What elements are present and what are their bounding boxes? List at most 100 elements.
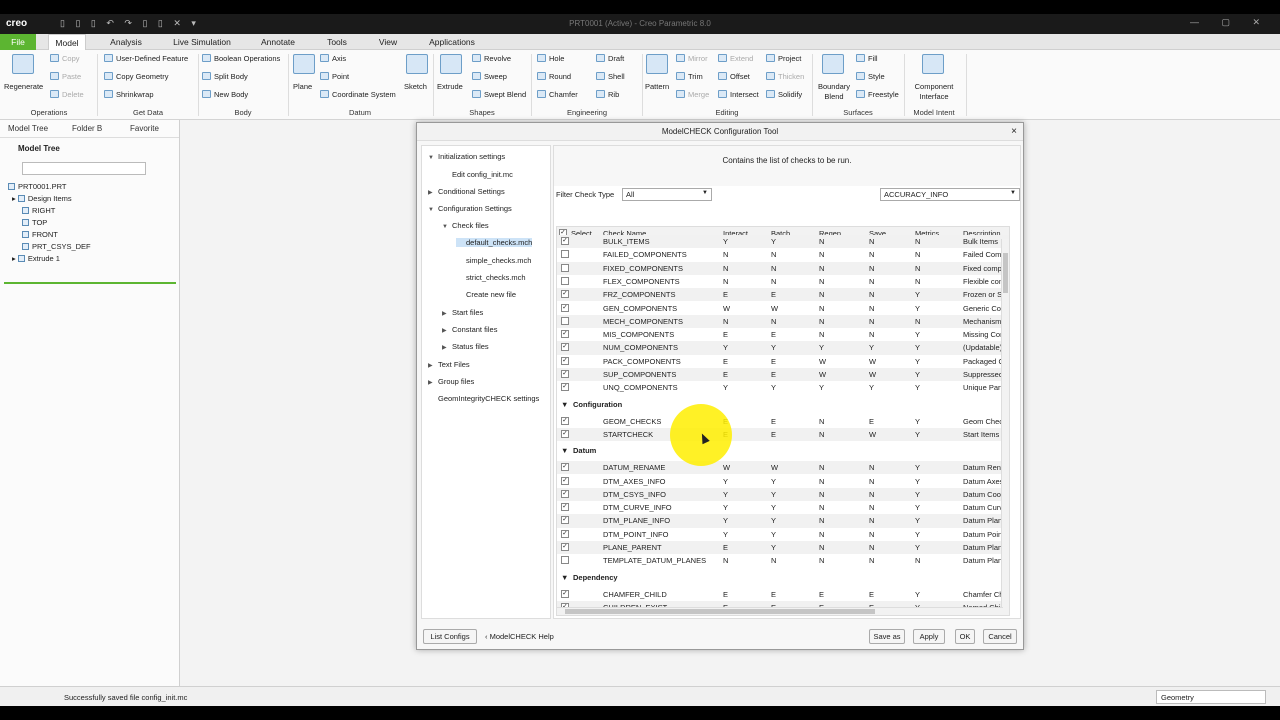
- status-cell[interactable]: N: [819, 317, 824, 326]
- status-cell[interactable]: N: [915, 277, 920, 286]
- check-select-checkbox[interactable]: ✓: [561, 543, 569, 551]
- status-cell[interactable]: N: [819, 330, 824, 339]
- status-cell[interactable]: Y: [869, 383, 874, 392]
- trim-button[interactable]: Trim: [676, 72, 703, 82]
- shell-button[interactable]: Shell: [596, 72, 625, 82]
- round-button[interactable]: Round: [537, 72, 571, 82]
- settings-tree-item[interactable]: ▼ Check files: [442, 221, 489, 230]
- check-select-checkbox[interactable]: ✓: [561, 330, 569, 339]
- scroll-thumb[interactable]: [1003, 253, 1008, 293]
- status-cell[interactable]: E: [771, 357, 776, 366]
- status-cell[interactable]: Y: [819, 383, 824, 392]
- save-as-button[interactable]: Save as: [869, 629, 905, 644]
- table-row[interactable]: ✓ DTM_PLANE_INFO Y Y N N Y Datum Plane: [557, 514, 1009, 528]
- tree-item-csys[interactable]: PRT_CSYS_DEF: [22, 242, 91, 251]
- tab-favorites[interactable]: Favorite: [130, 124, 159, 133]
- table-row[interactable]: FIXED_COMPONENTS N N N N N Fixed compor: [557, 261, 1009, 275]
- tab-folder-browser[interactable]: Folder B: [72, 124, 102, 133]
- collapse-arrow-icon[interactable]: ▶: [442, 344, 452, 351]
- status-cell[interactable]: E: [771, 330, 776, 339]
- expand-arrow-icon[interactable]: ▼: [428, 155, 438, 161]
- status-cell[interactable]: N: [771, 317, 776, 326]
- status-cell[interactable]: N: [869, 264, 874, 273]
- status-cell[interactable]: E: [869, 417, 874, 426]
- merge-button[interactable]: Merge: [676, 90, 709, 100]
- table-row[interactable]: ✓ DTM_AXES_INFO Y Y N N Y Datum Axes I: [557, 475, 1009, 488]
- status-cell[interactable]: N: [869, 490, 874, 499]
- status-cell[interactable]: N: [869, 290, 874, 299]
- fill-button[interactable]: Fill: [856, 54, 878, 64]
- status-cell[interactable]: Y: [723, 530, 728, 539]
- status-cell[interactable]: E: [771, 290, 776, 299]
- status-cell[interactable]: Y: [771, 530, 776, 539]
- status-cell[interactable]: W: [819, 357, 826, 366]
- split-body-button[interactable]: Split Body: [202, 72, 248, 82]
- regenerate-button[interactable]: Regenerate: [4, 82, 43, 92]
- table-section-header[interactable]: ▼ Dependency: [557, 570, 1009, 584]
- close-icon[interactable]: ×: [1011, 123, 1017, 141]
- status-cell[interactable]: E: [869, 590, 874, 599]
- list-configs-button[interactable]: List Configs: [423, 629, 477, 644]
- status-cell[interactable]: N: [869, 237, 874, 246]
- coordinate-system-button[interactable]: Coordinate System: [320, 90, 396, 100]
- status-cell[interactable]: N: [869, 304, 874, 313]
- status-cell[interactable]: Y: [819, 343, 824, 352]
- status-cell[interactable]: E: [723, 370, 728, 379]
- rib-button[interactable]: Rib: [596, 90, 619, 100]
- status-cell[interactable]: E: [723, 543, 728, 552]
- copy-button[interactable]: Copy: [50, 54, 80, 64]
- group-get-data[interactable]: Get Data: [100, 108, 196, 117]
- apply-button[interactable]: Apply: [913, 629, 945, 644]
- status-cell[interactable]: N: [819, 237, 824, 246]
- table-row[interactable]: ✓ CHAMFER_CHILD E E E E Y Chamfer Chil: [557, 588, 1009, 601]
- modelcheck-help-link[interactable]: ‹ ModelCHECK Help: [485, 632, 554, 641]
- check-select-checkbox[interactable]: [561, 250, 569, 259]
- extend-button[interactable]: Extend: [718, 54, 753, 64]
- status-cell[interactable]: Y: [723, 237, 728, 246]
- status-cell[interactable]: Y: [915, 290, 920, 299]
- status-cell[interactable]: N: [771, 556, 776, 565]
- table-section-header[interactable]: ▼ Configuration: [557, 397, 1009, 411]
- status-cell[interactable]: N: [723, 556, 728, 565]
- status-cell[interactable]: N: [819, 463, 824, 472]
- sketch-icon[interactable]: [406, 54, 428, 74]
- settings-tree-item[interactable]: Edit config_init.mc: [442, 170, 513, 179]
- status-cell[interactable]: N: [819, 503, 824, 512]
- mirror-button[interactable]: Mirror: [676, 54, 708, 64]
- status-cell[interactable]: N: [819, 490, 824, 499]
- status-cell[interactable]: Y: [771, 490, 776, 499]
- status-cell[interactable]: Y: [771, 516, 776, 525]
- status-cell[interactable]: Y: [915, 304, 920, 313]
- status-cell[interactable]: Y: [771, 477, 776, 486]
- check-select-checkbox[interactable]: ✓: [561, 463, 569, 472]
- status-cell[interactable]: Y: [771, 543, 776, 552]
- filter-type-dropdown[interactable]: All ▼: [622, 188, 712, 201]
- group-editing[interactable]: Editing: [644, 108, 810, 117]
- tab-view[interactable]: View: [372, 34, 404, 50]
- status-cell[interactable]: E: [771, 417, 776, 426]
- draft-button[interactable]: Draft: [596, 54, 624, 64]
- check-select-checkbox[interactable]: ✓: [561, 303, 569, 312]
- status-cell[interactable]: Y: [771, 343, 776, 352]
- table-row[interactable]: FLEX_COMPONENTS N N N N N Flexible comp: [557, 275, 1009, 288]
- status-cell[interactable]: E: [723, 290, 728, 299]
- status-cell[interactable]: Y: [915, 503, 920, 512]
- check-select-checkbox[interactable]: ✓: [561, 476, 569, 485]
- status-cell[interactable]: N: [915, 556, 920, 565]
- table-row[interactable]: TEMPLATE_DATUM_PLANES N N N N N Datum Planes: [557, 554, 1009, 567]
- cancel-button[interactable]: Cancel: [983, 629, 1017, 644]
- vertical-scrollbar[interactable]: [1001, 239, 1009, 615]
- status-cell[interactable]: Y: [915, 463, 920, 472]
- status-cell[interactable]: N: [869, 503, 874, 512]
- table-row[interactable]: ✓STARTCHECKEENWYStart Items: [557, 427, 1009, 442]
- status-cell[interactable]: N: [819, 250, 824, 259]
- status-cell[interactable]: N: [819, 430, 824, 439]
- check-select-checkbox[interactable]: ✓: [561, 370, 569, 378]
- status-cell[interactable]: W: [869, 430, 876, 439]
- table-row[interactable]: ✓ NUM_COMPONENTS Y Y Y Y Y (Updatable) P: [557, 341, 1009, 355]
- status-cell[interactable]: N: [869, 556, 874, 565]
- table-section-header[interactable]: ▼ Datum: [557, 444, 1009, 458]
- component-interface-icon[interactable]: [922, 54, 944, 74]
- table-row[interactable]: ✓ MIS_COMPONENTS E E N N Y Missing Comp: [557, 328, 1009, 341]
- settings-tree-item[interactable]: ▶ Start files: [442, 308, 483, 317]
